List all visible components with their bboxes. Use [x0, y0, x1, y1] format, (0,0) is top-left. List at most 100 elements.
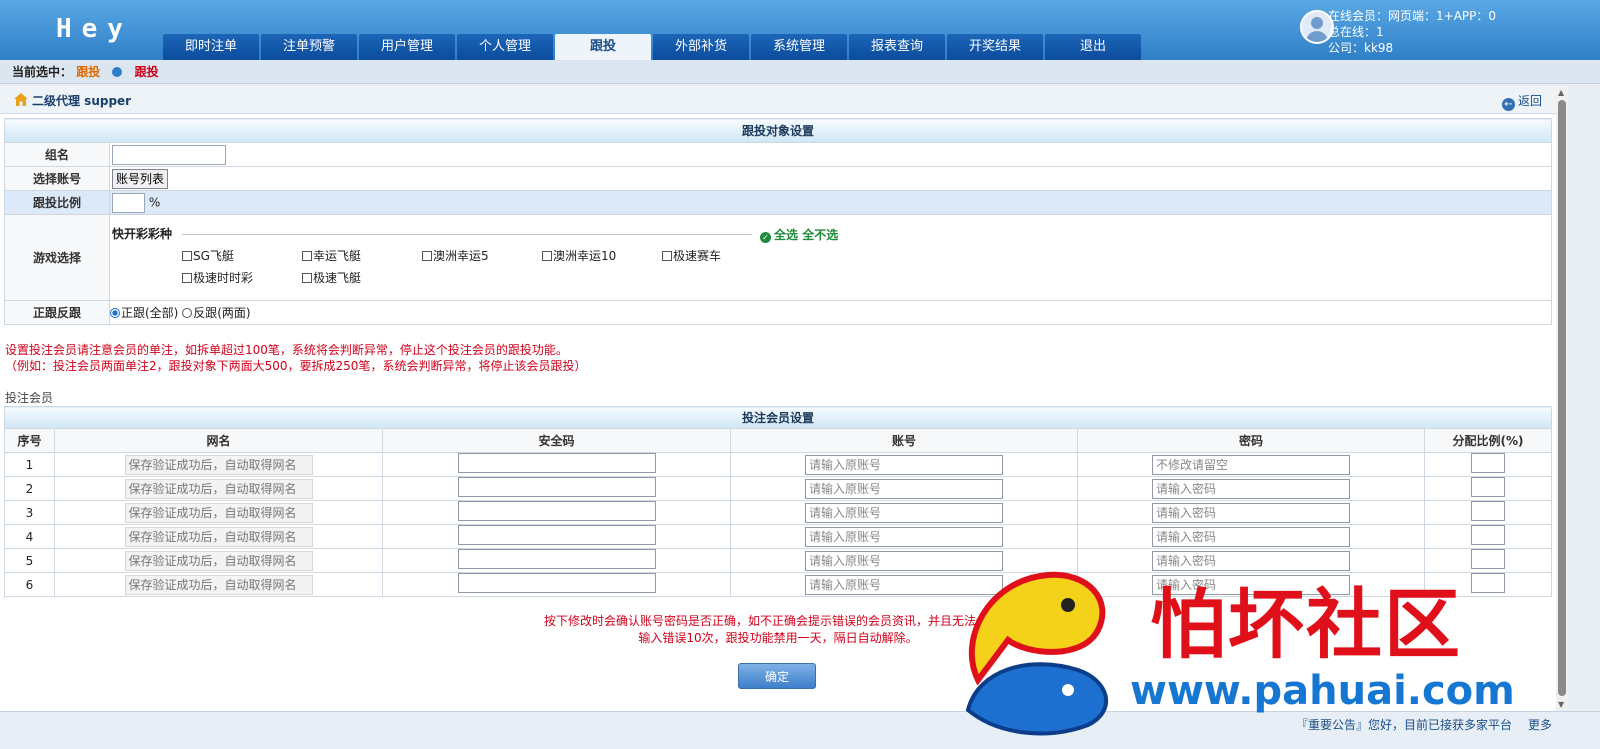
check-circle-icon: ✓ [760, 232, 771, 243]
confirm-button[interactable]: 确定 [738, 663, 816, 689]
nickname-field: 保存验证成功后，自动取得网名 [124, 502, 313, 523]
warning-line-1: 按下修改时会确认账号密码是否正确，如不正确会提示错误的会员资讯，并且无法保存。 [543, 614, 1012, 628]
ratio-input[interactable] [1471, 573, 1505, 593]
game-label: SG飞艇 [193, 249, 234, 263]
game-label: 幸运飞艇 [313, 249, 362, 263]
direction-label: 正跟反跟 [4, 300, 110, 325]
game-checkbox-sg-flyer[interactable]: SG飞艇 [182, 245, 302, 267]
table-row: 6 保存验证成功后，自动取得网名 请输入原账号 请输入密码 [4, 572, 1552, 597]
total-online: 总在线：1 [1328, 25, 1384, 39]
direction-forward-radio[interactable]: 正跟(全部) [110, 306, 178, 320]
game-checkbox-aus-lucky10[interactable]: 澳洲幸运10 [542, 245, 662, 267]
nickname-field: 保存验证成功后，自动取得网名 [124, 574, 313, 595]
split-order-note: 设置投注会员请注意会员的单注，如拆单超过100笔，系统将会判断异常，停止这个投注… [5, 342, 586, 374]
scrollbar[interactable]: ▲ ▼ [1556, 86, 1568, 711]
ratio-input[interactable] [1471, 525, 1505, 545]
checkbox-icon [662, 251, 672, 261]
scrollbar-thumb[interactable] [1558, 100, 1566, 696]
game-select-label: 游戏选择 [4, 214, 110, 301]
note-line-2: （例如：投注会员两面单注2，跟投对象下两面大500，要拆成250笔，系统会判断异… [5, 359, 587, 373]
tab-report-query[interactable]: 报表查询 [849, 34, 945, 60]
tab-follow-bet[interactable]: 跟投 [555, 34, 651, 60]
password-input[interactable]: 请输入密码 [1152, 574, 1350, 595]
note-line-1: 设置投注会员请注意会员的单注，如拆单超过100笔，系统将会判断异常，停止这个投注… [5, 343, 568, 357]
nickname-field: 保存验证成功后，自动取得网名 [124, 454, 313, 475]
warning-line-2: 输入错误10次，跟投功能禁用一天，隔日自动解除。 [638, 631, 918, 645]
scroll-down-icon[interactable]: ▼ [1558, 700, 1564, 709]
row-no: 6 [4, 572, 55, 597]
ratio-unit: % [148, 195, 161, 209]
table-row: 2 保存验证成功后，自动取得网名 请输入原账号 请输入密码 [4, 476, 1552, 501]
ratio-input[interactable] [1471, 453, 1505, 473]
ratio-input[interactable] [1471, 501, 1505, 521]
tab-bet-warning[interactable]: 注单预警 [261, 34, 357, 60]
tab-logout[interactable]: 退出 [1045, 34, 1141, 60]
announcement-ticker[interactable]: 『重要公告』您好，目前已接获多家平台 [1296, 716, 1512, 733]
game-checkbox-aus-lucky5[interactable]: 澳洲幸运5 [422, 245, 542, 267]
online-members: 在线会员：网页端：1+APP：0 [1328, 9, 1497, 23]
member-section-label: 投注会员 [5, 391, 54, 405]
account-input[interactable]: 请输入原账号 [805, 478, 1003, 499]
table-row: 5 保存验证成功后，自动取得网名 请输入原账号 请输入密码 [4, 548, 1552, 573]
tab-personal-management[interactable]: 个人管理 [457, 34, 553, 60]
selection-crumb-parent[interactable]: 跟投 [76, 65, 100, 79]
tab-instant-bets[interactable]: 即时注单 [163, 34, 259, 60]
main-nav: 即时注单 注单预警 用户管理 个人管理 跟投 外部补货 系统管理 报表查询 开奖… [163, 34, 1143, 60]
password-warning: 按下修改时会确认账号密码是否正确，如不正确会提示错误的会员资讯，并且无法保存。 … [0, 613, 1556, 647]
checkbox-icon [182, 251, 192, 261]
security-code-input[interactable] [457, 549, 656, 569]
password-input[interactable]: 请输入密码 [1152, 478, 1350, 499]
game-label: 澳洲幸运10 [553, 249, 617, 263]
col-account: 账号 [730, 428, 1078, 453]
account-input[interactable]: 请输入原账号 [805, 574, 1003, 595]
game-checkbox-speed-flyer[interactable]: 极速飞艇 [302, 267, 422, 289]
settings-title: 跟投对象设置 [4, 118, 1552, 143]
password-input[interactable]: 请输入密码 [1152, 502, 1350, 523]
tab-user-management[interactable]: 用户管理 [359, 34, 455, 60]
account-list-button[interactable]: 账号列表 [112, 168, 169, 189]
game-label: 极速飞艇 [313, 271, 362, 285]
radio-checked-icon [110, 308, 120, 318]
direction-reverse-radio[interactable]: 反跟(两面) [182, 306, 251, 320]
game-checkbox-speed-ssc[interactable]: 极速时时彩 [182, 267, 302, 289]
account-input[interactable]: 请输入原账号 [805, 454, 1003, 475]
nickname-field: 保存验证成功后，自动取得网名 [124, 526, 313, 547]
more-link[interactable]: 更多 [1528, 716, 1552, 733]
table-row: 1 保存验证成功后，自动取得网名 请输入原账号 不修改请留空 [4, 452, 1552, 477]
col-security-code: 安全码 [382, 428, 731, 453]
security-code-input[interactable] [457, 525, 656, 545]
game-checkbox-speed-racing[interactable]: 极速赛车 [662, 245, 782, 267]
current-selection-label: 当前选中： [12, 65, 73, 79]
back-arrow-icon: ← [1501, 98, 1515, 111]
scroll-up-icon[interactable]: ▲ [1558, 88, 1564, 97]
checkbox-icon [422, 251, 432, 261]
divider [182, 234, 752, 235]
account-input[interactable]: 请输入原账号 [805, 502, 1003, 523]
security-code-input[interactable] [457, 477, 656, 497]
select-none-link[interactable]: 全不选 [802, 228, 838, 242]
account-input[interactable]: 请输入原账号 [805, 526, 1003, 547]
select-all-link[interactable]: 全选 [774, 228, 798, 242]
group-name-input[interactable] [112, 144, 226, 165]
password-input[interactable]: 请输入密码 [1152, 526, 1350, 547]
security-code-input[interactable] [457, 453, 656, 473]
tab-system-management[interactable]: 系统管理 [751, 34, 847, 60]
main-panel: 二级代理 supper ← 返回 跟投对象设置 组名 选择账号 账号列表 跟投比例… [0, 86, 1556, 711]
account-input[interactable]: 请输入原账号 [805, 550, 1003, 571]
direction-reverse-label: 反跟(两面) [193, 306, 251, 320]
tab-draw-results[interactable]: 开奖结果 [947, 34, 1043, 60]
table-row: 3 保存验证成功后，自动取得网名 请输入原账号 请输入密码 [4, 500, 1552, 525]
password-input[interactable]: 不修改请留空 [1152, 454, 1350, 475]
company: 公司：kk98 [1328, 41, 1394, 55]
game-checkbox-lucky-flyer[interactable]: 幸运飞艇 [302, 245, 422, 267]
follow-ratio-input[interactable] [112, 192, 145, 213]
ratio-input[interactable] [1471, 549, 1505, 569]
online-info: 在线会员：网页端：1+APP：0 总在线：1 公司：kk98 [1328, 8, 1496, 56]
ratio-input[interactable] [1471, 477, 1505, 497]
tab-external-restock[interactable]: 外部补货 [653, 34, 749, 60]
game-label: 极速时时彩 [193, 271, 254, 285]
security-code-input[interactable] [457, 573, 656, 593]
security-code-input[interactable] [457, 501, 656, 521]
back-button[interactable]: ← 返回 [1501, 92, 1542, 111]
password-input[interactable]: 请输入密码 [1152, 550, 1350, 571]
